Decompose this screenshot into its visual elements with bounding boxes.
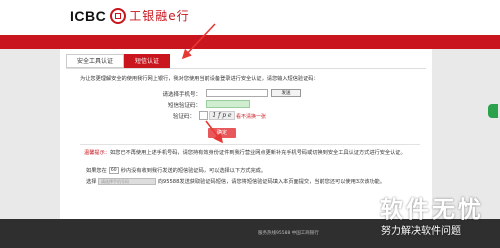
annotation-arrow-tab	[181, 23, 216, 60]
watermark-title: 软件无忧	[380, 197, 484, 223]
annotation-arrow-confirm	[205, 120, 223, 144]
watermark-subtitle: 努力解决软件问题	[381, 226, 461, 237]
